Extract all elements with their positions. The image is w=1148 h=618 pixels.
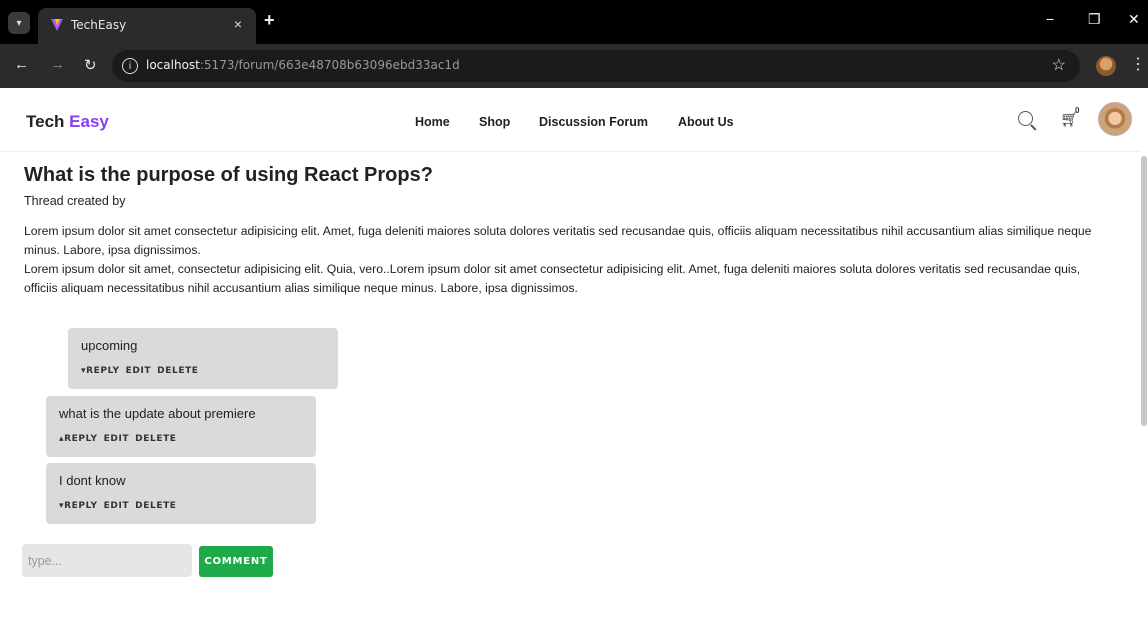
reply-button[interactable]: ▴REPLY — [59, 434, 98, 444]
tab-close-icon[interactable]: × — [234, 16, 242, 32]
comment-input[interactable] — [22, 544, 192, 577]
new-tab-icon[interactable]: + — [264, 10, 275, 31]
url-text[interactable]: localhost:5173/forum/663e48708b63096ebd3… — [146, 58, 460, 72]
tab-title: TechEasy — [71, 18, 127, 32]
page-scrollbar[interactable] — [1140, 156, 1148, 426]
edit-button[interactable]: EDIT — [104, 434, 130, 444]
edit-button[interactable]: EDIT — [104, 501, 130, 511]
comment-actions: ▾REPLY EDIT DELETE — [59, 501, 183, 511]
minimize-icon[interactable]: − — [1046, 11, 1054, 27]
delete-button[interactable]: DELETE — [135, 434, 176, 444]
back-arrow-icon[interactable]: ← — [14, 56, 29, 73]
browser-tab-bar: ▾ TechEasy × + − ❐ ✕ — [0, 0, 1148, 44]
delete-button[interactable]: DELETE — [135, 501, 176, 511]
address-bar[interactable]: i localhost:5173/forum/663e48708b63096eb… — [112, 50, 1080, 82]
vite-favicon-icon — [51, 19, 63, 31]
brand-second-word: Easy — [69, 112, 109, 131]
site-logo[interactable]: Tech Easy — [26, 112, 109, 132]
bookmark-star-icon[interactable]: ☆ — [1052, 55, 1066, 75]
delete-button[interactable]: DELETE — [157, 366, 198, 376]
reload-icon[interactable]: ↻ — [84, 56, 97, 74]
edit-button[interactable]: EDIT — [126, 366, 152, 376]
thread-title: What is the purpose of using React Props… — [24, 164, 433, 186]
reply-button[interactable]: ▾REPLY — [59, 501, 98, 511]
comment-card: I dont know ▾REPLY EDIT DELETE — [46, 463, 316, 524]
thread-body-paragraph: Lorem ipsum dolor sit amet consectetur a… — [24, 224, 1092, 257]
reply-button[interactable]: ▾REPLY — [81, 366, 120, 376]
comment-card: upcoming ▾REPLY EDIT DELETE — [68, 328, 338, 389]
user-avatar[interactable] — [1098, 102, 1132, 136]
restore-icon[interactable]: ❐ — [1088, 11, 1101, 28]
nav-about-us[interactable]: About Us — [678, 115, 734, 129]
comment-text: what is the update about premiere — [59, 406, 256, 421]
cart-count-badge: 0 — [1075, 106, 1080, 115]
brand-first-word: Tech — [26, 112, 65, 131]
site-info-icon[interactable]: i — [122, 58, 138, 74]
nav-discussion-forum[interactable]: Discussion Forum — [539, 115, 648, 129]
page-viewport: Tech Easy Home Shop Discussion Forum Abo… — [0, 88, 1148, 618]
browser-menu-icon[interactable]: ⋮ — [1130, 54, 1146, 74]
thread-body-paragraph: Lorem ipsum dolor sit amet, consectetur … — [24, 262, 1081, 295]
tab-search-chevron-icon[interactable]: ▾ — [8, 12, 30, 34]
scrollbar-thumb[interactable] — [1141, 156, 1147, 426]
comment-card: what is the update about premiere ▴REPLY… — [46, 396, 316, 457]
site-header: Tech Easy Home Shop Discussion Forum Abo… — [0, 88, 1140, 152]
comment-actions: ▾REPLY EDIT DELETE — [81, 366, 205, 376]
forward-arrow-icon[interactable]: → — [50, 56, 65, 73]
browser-toolbar: ← → ↻ i localhost:5173/forum/663e48708b6… — [0, 44, 1148, 88]
browser-tab[interactable]: TechEasy × — [38, 8, 256, 44]
comment-button[interactable]: COMMENT — [199, 546, 273, 577]
comment-actions: ▴REPLY EDIT DELETE — [59, 434, 183, 444]
comment-text: upcoming — [81, 338, 138, 353]
nav-home[interactable]: Home — [415, 115, 450, 129]
nav-shop[interactable]: Shop — [479, 115, 510, 129]
comment-text: I dont know — [59, 473, 126, 488]
close-window-icon[interactable]: ✕ — [1128, 11, 1140, 28]
thread-body: Lorem ipsum dolor sit amet consectetur a… — [24, 222, 1114, 298]
browser-profile-avatar[interactable] — [1096, 56, 1116, 76]
thread-author-line: Thread created by — [24, 194, 126, 208]
